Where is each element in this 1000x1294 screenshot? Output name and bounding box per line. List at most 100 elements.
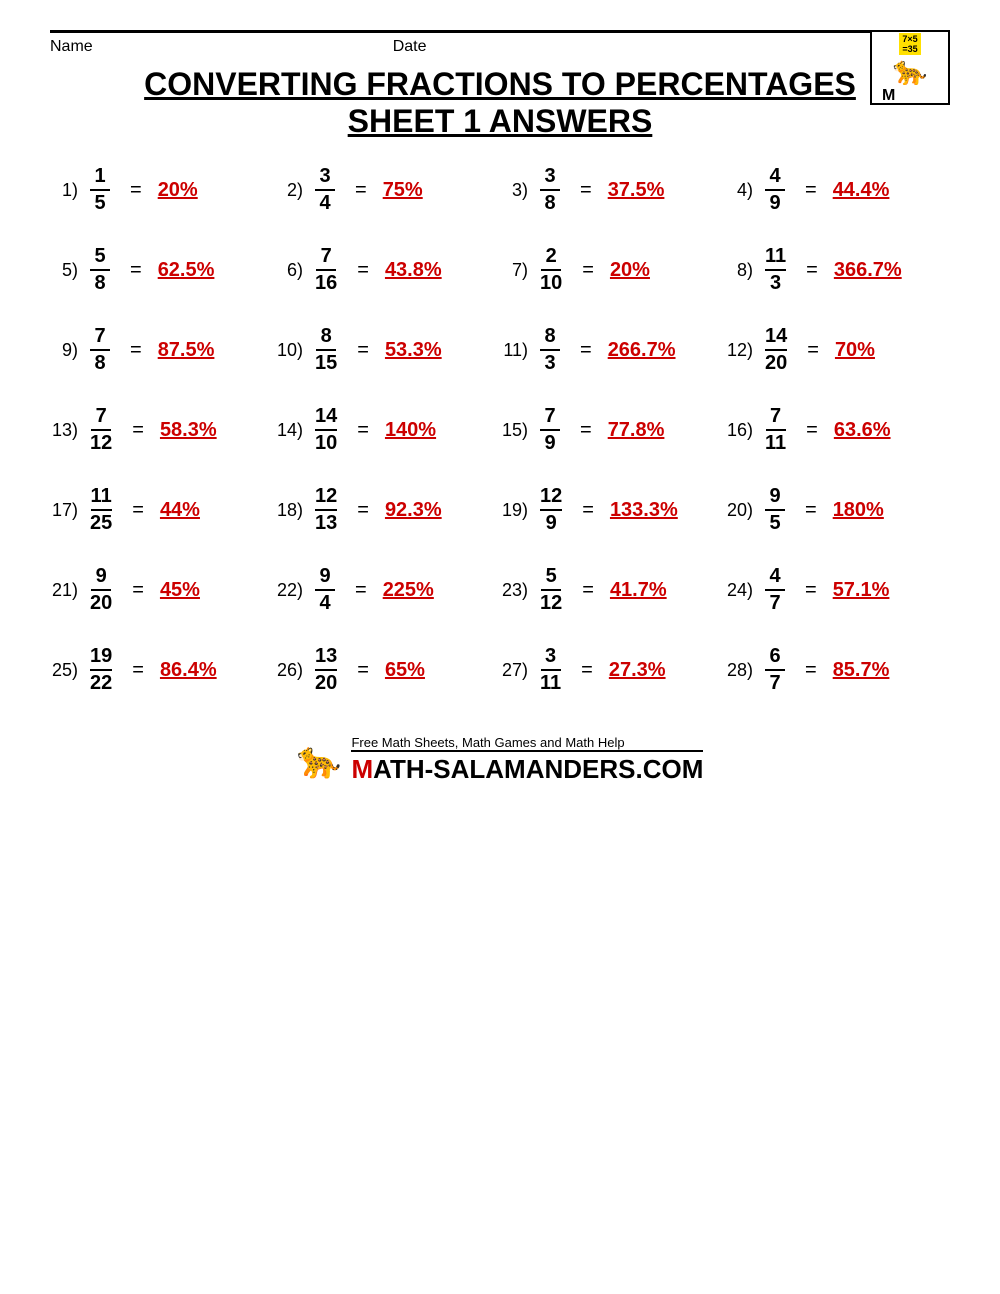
problem-number: 23) (500, 580, 528, 601)
problem-number: 4) (725, 180, 753, 201)
answer: 87.5% (158, 339, 218, 362)
denominator: 10 (315, 431, 337, 455)
equals-sign: = (132, 499, 144, 522)
header: Name Date (50, 38, 950, 56)
answer: 43.8% (385, 259, 445, 282)
logo-m-icon: M (880, 85, 940, 103)
problem-number: 7) (500, 260, 528, 281)
problem-number: 25) (50, 660, 78, 681)
sub-title: SHEET 1 ANSWERS (50, 103, 950, 140)
denominator: 7 (765, 671, 785, 695)
footer-tagline: Free Math Sheets, Math Games and Math He… (351, 735, 703, 750)
denominator: 4 (315, 191, 335, 215)
equals-sign: = (581, 659, 593, 682)
logo-box: 7×5=35 🐆 M (870, 30, 950, 105)
fraction: 15 (90, 165, 110, 215)
equals-sign: = (580, 339, 592, 362)
numerator: 3 (541, 645, 561, 671)
equals-sign: = (357, 499, 369, 522)
name-label: Name (50, 38, 93, 56)
problem-row: 17)1125=44%18)1213=92.3%19)129=133.3%20)… (50, 485, 950, 535)
numerator: 9 (315, 565, 335, 591)
answer: 65% (385, 659, 445, 682)
denominator: 4 (315, 591, 335, 615)
fraction: 58 (90, 245, 110, 295)
problem-row: 13)712=58.3%14)1410=140%15)79=77.8%16)71… (50, 405, 950, 455)
problem-number: 9) (50, 340, 78, 361)
problem-row: 25)1922=86.4%26)1320=65%27)311=27.3%28)6… (50, 645, 950, 695)
denominator: 5 (765, 511, 785, 535)
problem-item: 19)129=133.3% (500, 485, 725, 535)
denominator: 22 (90, 671, 112, 695)
fraction: 67 (765, 645, 785, 695)
problem-number: 5) (50, 260, 78, 281)
numerator: 8 (316, 325, 336, 351)
denominator: 12 (540, 591, 562, 615)
main-title: CONVERTING FRACTIONS TO PERCENTAGES (50, 66, 950, 103)
answer: 53.3% (385, 339, 445, 362)
answer: 57.1% (833, 579, 893, 602)
problem-number: 11) (500, 340, 528, 361)
numerator: 7 (316, 245, 336, 271)
answer: 180% (833, 499, 893, 522)
answer: 70% (835, 339, 895, 362)
denominator: 7 (765, 591, 785, 615)
problem-number: 16) (725, 420, 753, 441)
numerator: 4 (765, 165, 785, 191)
denominator: 11 (540, 671, 561, 695)
problem-item: 16)711=63.6% (725, 405, 950, 455)
numerator: 7 (540, 405, 560, 431)
answer: 20% (610, 259, 670, 282)
answer: 58.3% (160, 419, 220, 442)
footer: 🐆 Free Math Sheets, Math Games and Math … (50, 735, 950, 785)
numerator: 7 (90, 325, 110, 351)
fraction: 38 (540, 165, 560, 215)
equals-sign: = (355, 179, 367, 202)
problem-item: 21)920=45% (50, 565, 275, 615)
problem-item: 14)1410=140% (275, 405, 500, 455)
problem-item: 8)113=366.7% (725, 245, 950, 295)
equals-sign: = (807, 339, 819, 362)
footer-logo: 🐆 Free Math Sheets, Math Games and Math … (297, 735, 704, 785)
problem-number: 3) (500, 180, 528, 201)
equals-sign: = (355, 579, 367, 602)
problem-item: 28)67=85.7% (725, 645, 950, 695)
denominator: 3 (540, 351, 560, 375)
problem-item: 10)815=53.3% (275, 325, 500, 375)
answer: 85.7% (833, 659, 893, 682)
problem-item: 3)38=37.5% (500, 165, 725, 215)
denominator: 9 (541, 511, 561, 535)
problem-number: 28) (725, 660, 753, 681)
denominator: 3 (766, 271, 786, 295)
answer: 44% (160, 499, 220, 522)
footer-text-block: Free Math Sheets, Math Games and Math He… (351, 735, 703, 785)
problem-item: 24)47=57.1% (725, 565, 950, 615)
equals-sign: = (580, 419, 592, 442)
equals-sign: = (357, 659, 369, 682)
equals-sign: = (580, 179, 592, 202)
fraction: 47 (765, 565, 785, 615)
fraction: 815 (315, 325, 337, 375)
problem-number: 20) (725, 500, 753, 521)
footer-site: MATH-SALAMANDERS.COM (351, 750, 703, 785)
equals-sign: = (357, 419, 369, 442)
problem-item: 22)94=225% (275, 565, 500, 615)
equals-sign: = (582, 259, 594, 282)
problem-item: 15)79=77.8% (500, 405, 725, 455)
answer: 86.4% (160, 659, 220, 682)
problem-item: 23)512=41.7% (500, 565, 725, 615)
answer: 63.6% (834, 419, 894, 442)
denominator: 20 (765, 351, 787, 375)
denominator: 20 (315, 671, 337, 695)
problem-number: 15) (500, 420, 528, 441)
problem-item: 27)311=27.3% (500, 645, 725, 695)
equals-sign: = (357, 339, 369, 362)
fraction: 210 (540, 245, 562, 295)
answer: 20% (158, 179, 218, 202)
fraction: 78 (90, 325, 110, 375)
problem-item: 1)15=20% (50, 165, 275, 215)
answer: 44.4% (833, 179, 893, 202)
fraction: 1420 (765, 325, 787, 375)
denominator: 8 (540, 191, 560, 215)
fraction: 79 (540, 405, 560, 455)
